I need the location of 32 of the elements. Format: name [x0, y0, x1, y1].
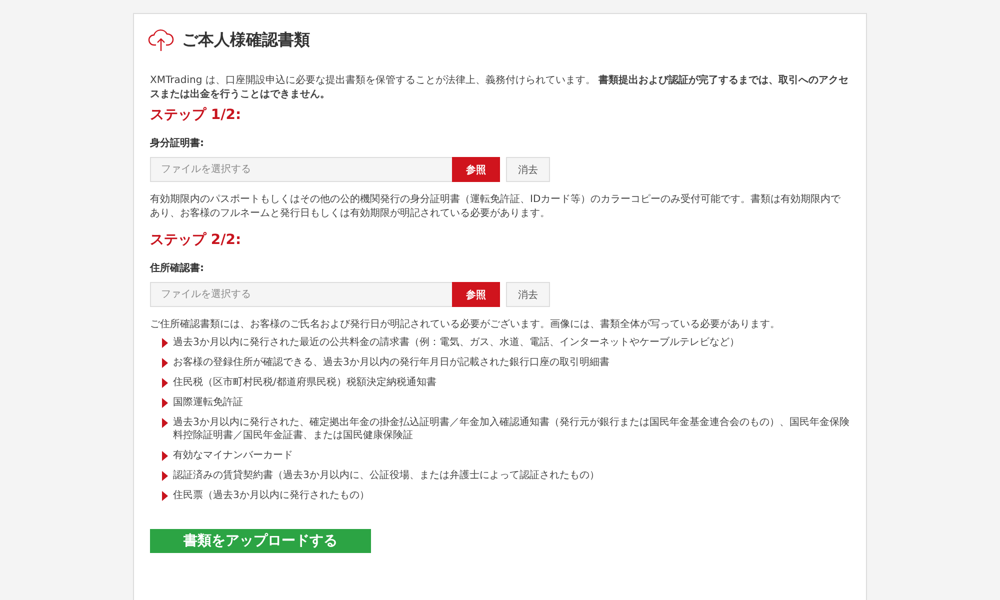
triangle-bullet-icon [162, 338, 168, 348]
clear-button[interactable]: 消去 [506, 157, 550, 182]
field-label: 身分証明書: [150, 136, 205, 150]
browse-button[interactable]: 参照 [452, 157, 500, 182]
document-list-item: お客様の登録住所が確認できる、過去3か月以内の発行年月日が記載された銀行口座の取引明細書 [173, 356, 610, 369]
note-text: 有効期限内のパスポートもしくはその他の公的機関発行の身分証明書（運転免許証、IDカード等）のカラーコピーのみ受付可能です。書類は有効期限内であり、お客様のフルネームと発行日もしくは有効期限が明記されている必要があります。 [150, 193, 842, 221]
document-list-item: 有効なマイナンバーカード [173, 449, 293, 462]
note-text: ご住所確認書類には、お客様のご氏名および発行日が明記されている必要がございます。画像には、書類全体が写っている必要があります。 [150, 318, 781, 332]
document-list-item: 住民票（過去3か月以内に発行されたもの） [173, 489, 370, 502]
triangle-bullet-icon [162, 398, 168, 408]
cloud-upload-icon [148, 28, 174, 52]
document-list-item: 認証済みの賃貸契約書（過去3か月以内に、公証役場、または弁護士によって認証されたもの） [173, 469, 600, 482]
clear-button[interactable]: 消去 [506, 282, 550, 307]
triangle-bullet-icon [162, 471, 168, 481]
document-list-item: 国際運転免許証 [173, 396, 243, 409]
upload-button[interactable]: 書類をアップロードする [150, 529, 371, 553]
page-title: ご本人様確認書類 [182, 30, 310, 50]
triangle-bullet-icon [162, 491, 168, 501]
step-heading: ステップ 2/2: [150, 231, 242, 249]
triangle-bullet-icon [162, 418, 168, 428]
step-heading: ステップ 1/2: [150, 106, 242, 124]
file-input-field[interactable]: ファイルを選択する [150, 157, 452, 182]
file-input-field[interactable]: ファイルを選択する [150, 282, 452, 307]
document-list-item: 住民税（区市町村民税/都道府県民税）税額決定納税通知書 [173, 376, 436, 389]
intro-text: XMTrading は、口座開設申込に必要な提出書類を保管することが法律上、義務付けられています。 書類提出および認証が完了するまでは、取引へのアクセスまたは出金を行うことはできません。 [150, 74, 850, 102]
field-label: 住所確認書: [150, 262, 205, 275]
triangle-bullet-icon [162, 358, 168, 368]
browse-button[interactable]: 参照 [452, 282, 500, 307]
document-list-item: 過去3か月以内に発行された最近の公共料金の請求書（例：電気、ガス、水道、電話、インターネットやケーブルテレビなど） [173, 336, 740, 349]
triangle-bullet-icon [162, 378, 168, 388]
triangle-bullet-icon [162, 451, 168, 461]
document-list-item: 過去3か月以内に発行された、確定拠出年金の掛金払込証明書／年金加入確認通知書（発行元が銀行または国民年金基金連合会のもの）、国民年金保険料控除証明書／国民年金証書、または国民健康保険証 [173, 416, 850, 442]
